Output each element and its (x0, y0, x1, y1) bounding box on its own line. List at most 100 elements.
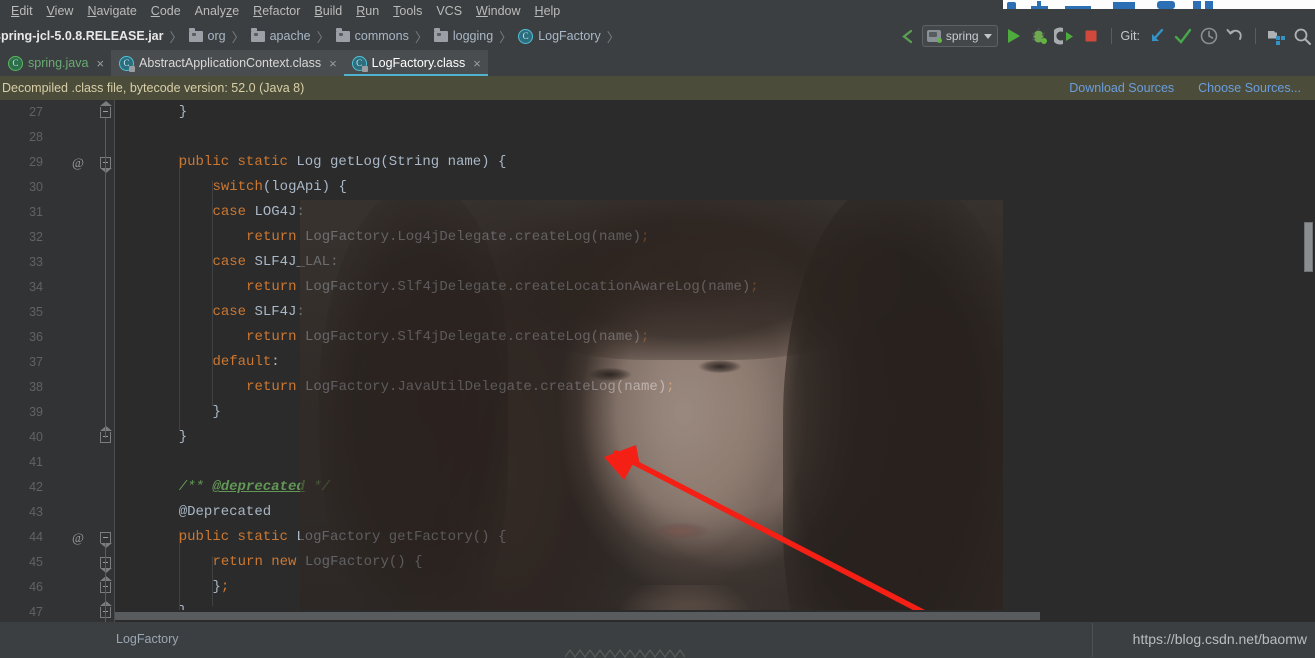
breadcrumb-item-commons[interactable]: commons (335, 22, 409, 50)
menu-item-help[interactable]: Help (528, 2, 568, 21)
menu-item-code[interactable]: Code (144, 2, 188, 21)
breadcrumb-label: org (207, 29, 226, 43)
breadcrumb-separator: 〉 (169, 29, 183, 45)
lock-icon (361, 65, 368, 72)
menu-item-navigate[interactable]: Navigate (80, 2, 143, 21)
code-token: @Deprecated (178, 504, 272, 520)
breadcrumb-separator: 〉 (316, 29, 330, 45)
menu-item-run[interactable]: Run (349, 2, 386, 21)
commit-checkmark-icon[interactable] (1172, 25, 1194, 47)
breadcrumb-item-logging[interactable]: logging (433, 22, 493, 50)
decompiled-notice-bar: Decompiled .class file, bytecode version… (0, 76, 1315, 100)
code-token: LogFactory() { (304, 554, 423, 570)
notice-link-download-sources[interactable]: Download Sources (1069, 81, 1174, 95)
breadcrumb-label: apache (269, 29, 311, 43)
menu-item-build[interactable]: Build (307, 2, 349, 21)
code-line: } (115, 425, 187, 450)
code-token: default (212, 354, 272, 370)
menu-item-window[interactable]: Window (469, 2, 527, 21)
debug-icon[interactable] (1028, 25, 1050, 47)
code-token: LogFactory.Slf4jDelegate.createLog(name) (304, 329, 642, 345)
code-token: } (178, 429, 188, 445)
status-bar: LogFactory https://blog.csdn.net/baomw (0, 622, 1315, 658)
chevron-down-icon[interactable] (983, 33, 992, 39)
menu-item-view[interactable]: View (40, 2, 81, 21)
code-line: return LogFactory.Log4jDelegate.createLo… (115, 225, 649, 250)
menu-item-vcs[interactable]: VCS (429, 2, 469, 21)
code-line: public static Log getLog(String name) { (115, 150, 507, 175)
code-token: ; (641, 229, 650, 245)
editor-tab-abstractapplicationcontext-class[interactable]: C AbstractApplicationContext.class × (111, 50, 344, 76)
breadcrumb-item-logfactory[interactable]: C LogFactory (518, 22, 601, 50)
editor-tab-label: AbstractApplicationContext.class (139, 56, 322, 70)
close-icon[interactable]: × (96, 56, 104, 71)
rollback-undo-icon[interactable] (1224, 25, 1246, 47)
code-editor[interactable]: 27 28 29 @30 31 32 33 34 35 36 37 38 39 40 41 42 43 44 @45… (0, 100, 1315, 622)
horizontal-scrollbar-thumb[interactable] (115, 612, 1040, 620)
run-with-coverage-icon[interactable] (1053, 25, 1076, 47)
close-icon[interactable]: × (329, 56, 337, 71)
breadcrumb-separator: 〉 (499, 29, 513, 45)
status-breadcrumb[interactable]: LogFactory (116, 632, 179, 646)
line-number: 28 (29, 130, 43, 144)
folder-icon (335, 27, 350, 42)
code-token: return (246, 379, 305, 395)
git-label: Git: (1120, 29, 1140, 43)
history-clock-icon[interactable] (1198, 25, 1220, 47)
line-number: 43 (29, 505, 43, 519)
run-configuration-selector[interactable]: spring (921, 25, 998, 47)
code-content[interactable]: } public static Log getLog(String name) {… (115, 100, 1315, 622)
run-icon[interactable] (1002, 25, 1024, 47)
stop-icon[interactable] (1080, 25, 1102, 47)
line-number: 42 (29, 480, 43, 494)
code-fold-toggle[interactable] (100, 101, 112, 118)
code-line: return LogFactory.Slf4jDelegate.createLo… (115, 325, 649, 350)
indent-guide (212, 556, 214, 606)
code-line: default: (115, 350, 279, 375)
menu-item-refactor[interactable]: Refactor (246, 2, 307, 21)
fold-connector (105, 543, 106, 622)
menu-item-analyze[interactable]: Analyze (188, 2, 246, 21)
code-fold-toggle[interactable] (100, 532, 112, 548)
update-project-icon[interactable] (1146, 25, 1168, 47)
code-token: ; (220, 579, 230, 595)
override-marker-icon[interactable]: @ (72, 525, 84, 550)
notice-link-choose-sources-[interactable]: Choose Sources... (1198, 81, 1301, 95)
line-number: 36 (29, 330, 43, 344)
code-token: LogFactory getFactory() { (296, 529, 507, 545)
overlapping-window-strip (1003, 0, 1315, 9)
breadcrumb: spring-jcl-5.0.8.RELEASE.jar 〉 org 〉 apache 〉… (0, 22, 626, 50)
toolbar-glyph (1157, 1, 1175, 9)
code-token: SLF4J: (254, 304, 305, 320)
project-structure-icon[interactable] (1265, 25, 1287, 47)
code-token: return new (212, 554, 305, 570)
code-token: public static (178, 529, 297, 545)
menu-item-tools[interactable]: Tools (386, 2, 429, 21)
editor-gutter[interactable]: 27 28 29 @30 31 32 33 34 35 36 37 38 39 40 41 42 43 44 @45… (0, 100, 115, 622)
menu-item-edit[interactable]: Edit (4, 2, 40, 21)
main-toolbar: spring Git: (896, 22, 1315, 50)
code-token: LogFactory.Slf4jDelegate.createLocationA… (304, 279, 751, 295)
back-arrow-icon[interactable] (896, 25, 918, 47)
override-marker-icon[interactable]: @ (72, 150, 84, 175)
code-token: @deprecated (212, 479, 305, 495)
editor-tab-logfactory-class[interactable]: C LogFactory.class × (343, 50, 488, 76)
close-icon[interactable]: × (473, 56, 481, 71)
code-line: /** @deprecated */ (115, 475, 330, 500)
search-icon[interactable] (1291, 25, 1313, 47)
vertical-scrollbar-thumb[interactable] (1304, 222, 1313, 272)
horizontal-scrollbar[interactable] (115, 610, 1315, 622)
code-token: SLF4J_LAL: (254, 254, 339, 270)
breadcrumb-item-apache[interactable]: apache (250, 22, 311, 50)
code-token: /** (178, 479, 213, 495)
editor-tab-spring-java[interactable]: Cspring.java × (0, 50, 112, 76)
code-token: ; (641, 329, 650, 345)
decorative-zigzag (565, 648, 685, 658)
vertical-scrollbar[interactable] (1302, 200, 1315, 622)
breadcrumb-item-org[interactable]: org (188, 22, 226, 50)
breadcrumb-item-spring-jcl-5-0-8-release-jar[interactable]: spring-jcl-5.0.8.RELEASE.jar (0, 22, 164, 50)
class-file-icon: C (119, 55, 136, 72)
watermark-text: https://blog.csdn.net/baomw (1132, 631, 1307, 647)
line-number: 31 (29, 205, 43, 219)
toolbar-glyph (1065, 6, 1091, 9)
